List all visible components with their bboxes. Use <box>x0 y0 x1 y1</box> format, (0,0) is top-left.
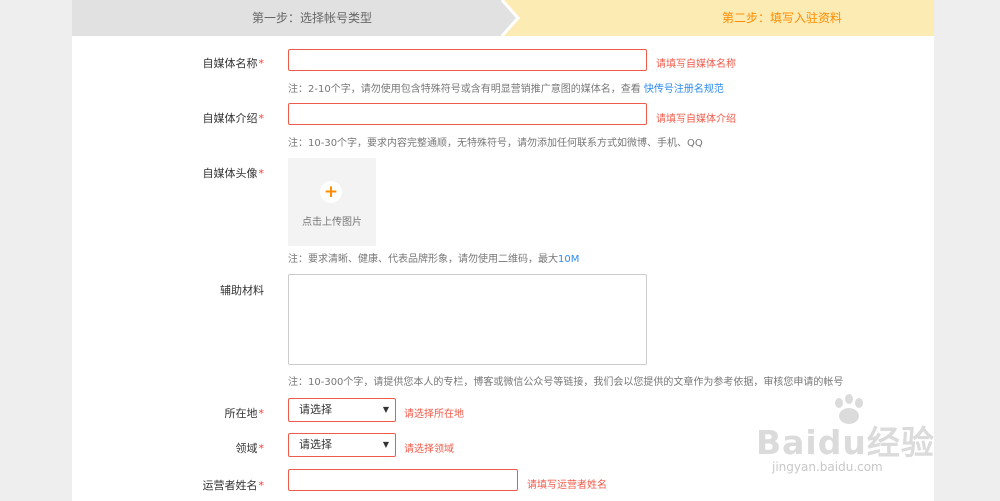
upload-text: 点击上传图片 <box>302 217 362 228</box>
operator-name-label: 运营者姓名* <box>203 477 265 493</box>
plus-icon: + <box>320 181 342 203</box>
aux-material-note: 注：10-300个字，请提供您本人的专栏，博客或微信公众号等链接，我们会以您提供… <box>288 377 844 388</box>
step-progress: 第一步：选择帐号类型 第二步：填写入驻资料 <box>72 0 934 36</box>
field-error: 请选择领域 <box>404 444 454 455</box>
media-name-input[interactable] <box>288 49 647 71</box>
field-label-text: 领域 <box>235 442 258 455</box>
aux-material-textarea[interactable] <box>288 274 647 365</box>
name-rules-link[interactable]: 快传号注册名规范 <box>644 84 724 95</box>
location-select-value: 请选择 <box>299 403 332 416</box>
avatar-label-text: 自媒体头像 <box>202 167 258 180</box>
media-intro-input[interactable] <box>288 103 647 125</box>
media-intro-note: 注：10-30个字，要求内容完整通顺，无特殊符号，请勿添加任何联系方式如微博、手… <box>288 138 703 149</box>
field-label: 领域* <box>236 440 265 456</box>
media-intro-label-text: 自媒体介绍 <box>202 112 258 125</box>
aux-material-label-text: 辅助材料 <box>220 284 264 297</box>
location-select[interactable]: 请选择 ▼ <box>288 398 396 422</box>
location-label-text: 所在地 <box>224 407 258 420</box>
avatar-note-text: 注：要求清晰、健康、代表品牌形象，请勿使用二维码，最大 <box>288 254 558 265</box>
required-star: * <box>258 112 265 125</box>
required-star: * <box>258 407 265 420</box>
media-intro-error: 请填写自媒体介绍 <box>656 114 736 125</box>
avatar-upload-button[interactable]: + 点击上传图片 <box>288 158 376 246</box>
step1-label[interactable]: 第一步：选择帐号类型 <box>162 0 462 36</box>
required-star: * <box>258 479 265 492</box>
media-name-note: 注：2-10个字，请勿使用包含特殊符号或含有明显营销推广意图的媒体名，查看 快传… <box>288 80 724 95</box>
aux-material-label: 辅助材料 <box>220 282 264 298</box>
location-label: 所在地* <box>225 405 265 421</box>
avatar-label: 自媒体头像* <box>203 165 265 181</box>
media-name-label: 自媒体名称* <box>203 55 265 71</box>
media-intro-label: 自媒体介绍* <box>203 110 265 126</box>
baidu-watermark: Baidu经验 jingyan.baidu.com <box>756 394 934 489</box>
chevron-down-icon: ▼ <box>382 440 389 449</box>
media-name-error: 请填写自媒体名称 <box>656 59 736 70</box>
field-select-value: 请选择 <box>299 438 332 451</box>
chevron-down-icon: ▼ <box>382 405 389 414</box>
operator-name-input[interactable] <box>288 469 518 491</box>
operator-name-label-text: 运营者姓名 <box>202 479 258 492</box>
watermark-url: jingyan.baidu.com <box>772 460 883 474</box>
avatar-size-limit: 10M <box>558 254 580 265</box>
required-star: * <box>258 442 265 455</box>
required-star: * <box>258 57 265 70</box>
required-star: * <box>258 167 265 180</box>
media-name-note-text: 注：2-10个字，请勿使用包含特殊符号或含有明显营销推广意图的媒体名，查看 <box>288 84 641 95</box>
location-error: 请选择所在地 <box>404 409 464 420</box>
field-select[interactable]: 请选择 ▼ <box>288 433 396 457</box>
step2-label[interactable]: 第二步：填写入驻资料 <box>632 0 932 36</box>
avatar-note: 注：要求清晰、健康、代表品牌形象，请勿使用二维码，最大10M <box>288 250 579 265</box>
operator-name-error: 请填写运营者姓名 <box>527 480 607 491</box>
media-name-label-text: 自媒体名称 <box>202 57 258 70</box>
watermark-brand: Baidu经验 <box>756 423 935 462</box>
